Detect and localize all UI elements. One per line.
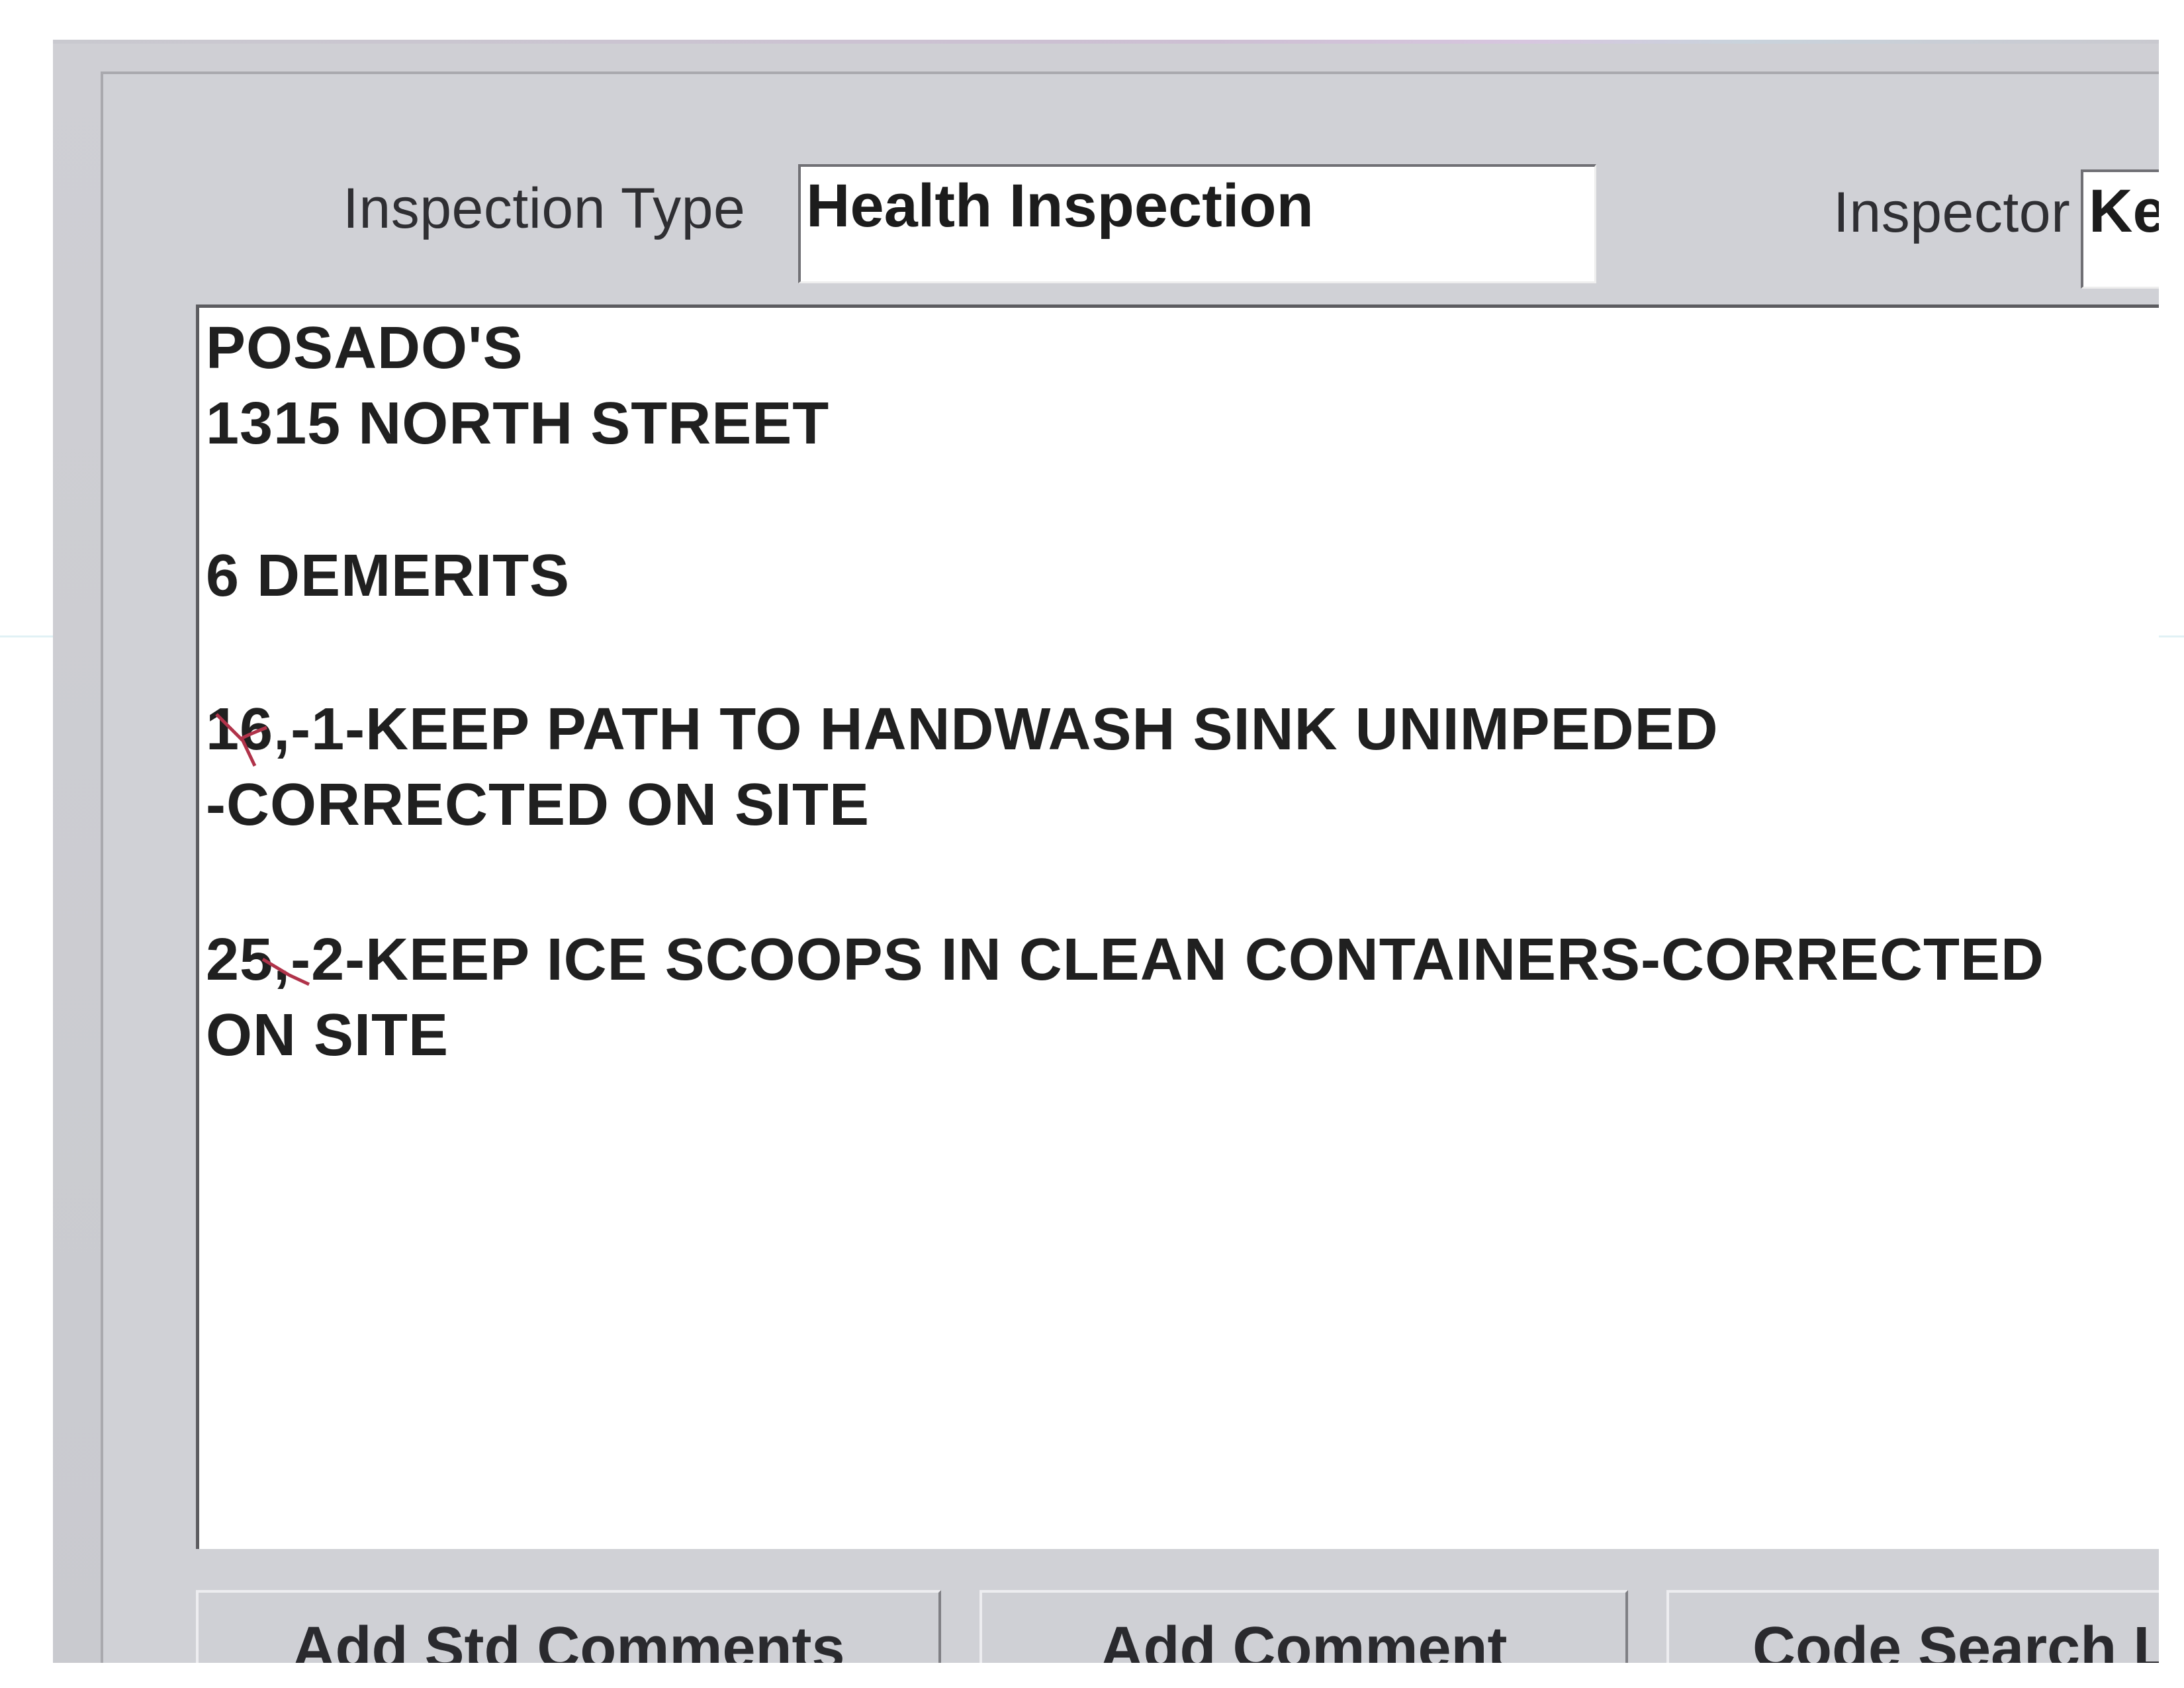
add-std-comments-label-start: Add <box>292 1615 425 1663</box>
inspector-value: Ke <box>2089 177 2159 245</box>
notes-line: -CORRECTED ON SITE <box>206 772 870 838</box>
notes-line: POSADO'S <box>206 315 523 381</box>
code-search-label: Code Search Li <box>1752 1615 2159 1663</box>
add-comment-button[interactable]: Add Comment <box>979 1590 1628 1663</box>
handwritten-check-mark <box>215 713 267 767</box>
add-comment-hotkey: A <box>1100 1615 1144 1663</box>
inspection-panel: Inspection Type Health Inspection Inspec… <box>101 71 2159 1663</box>
add-std-comments-button[interactable]: Add Std Comments <box>196 1590 941 1663</box>
notes-line: 16,-1-KEEP PATH TO HANDWASH SINK UNIMPED… <box>206 696 1719 763</box>
add-std-comments-hotkey: S <box>424 1615 465 1663</box>
inspection-type-value: Health Inspection <box>806 172 1314 240</box>
inspection-type-field[interactable]: Health Inspection <box>798 164 1596 283</box>
inspection-window: Inspection Type Health Inspection Inspec… <box>53 40 2159 1663</box>
comments-textarea[interactable]: POSADO'S 1315 NORTH STREET 6 DEMERITS 16… <box>196 305 2159 1549</box>
inspection-type-label: Inspection Type <box>343 177 746 240</box>
notes-line: ON SITE <box>206 1002 449 1068</box>
scanned-page: Inspection Type Health Inspection Inspec… <box>0 0 2184 1688</box>
notes-line: 6 DEMERITS <box>206 543 570 609</box>
add-std-comments-label-end: td Comments <box>464 1615 845 1663</box>
code-search-button[interactable]: Code Search Li <box>1666 1590 2159 1663</box>
inspector-field[interactable]: Ke <box>2081 169 2159 289</box>
notes-line: 1315 NORTH STREET <box>206 391 830 457</box>
inspector-label: Inspector <box>1833 181 2071 244</box>
add-comment-label-end: dd Comment <box>1143 1615 1508 1663</box>
handwritten-check-mark <box>261 957 310 986</box>
notes-line: 25,-2-KEEP ICE SCOOPS IN CLEAN CONTAINER… <box>206 927 2045 993</box>
